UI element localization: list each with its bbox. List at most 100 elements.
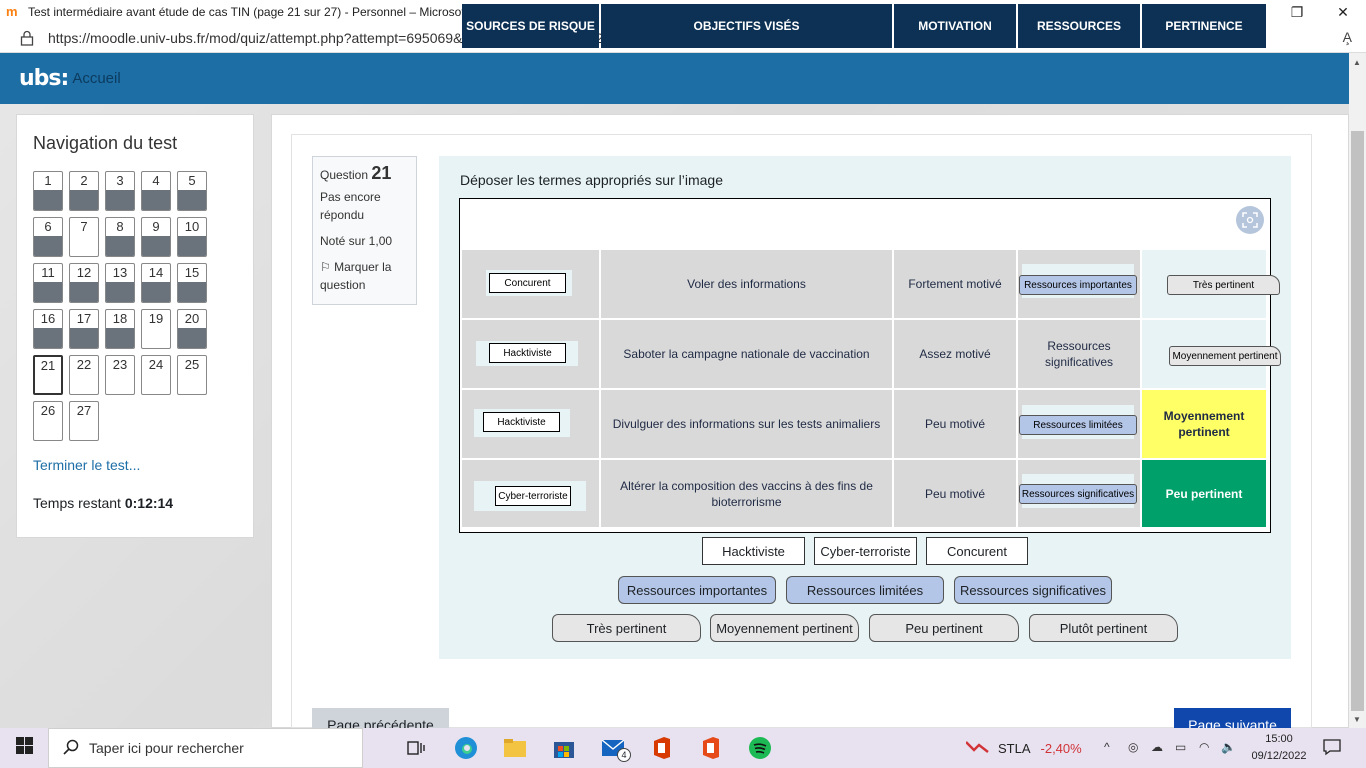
question-nav-button-27[interactable]: 27 [69,401,99,441]
stock-down-icon [965,740,990,757]
chevron-up-icon[interactable]: ^ [1104,740,1110,754]
onedrive-icon[interactable]: ☁ [1151,740,1163,754]
choice-concurent[interactable]: Concurent [926,537,1028,565]
question-nav-number: 3 [116,173,124,188]
question-nav-button-6[interactable]: 6 [33,217,63,257]
answered-indicator [70,190,98,210]
question-grade: Noté sur 1,00 [320,234,393,248]
windows-taskbar: Taper ici pour rechercher 4 STLA -2,40% … [0,728,1366,768]
lock-icon[interactable] [20,30,34,46]
choice-peu-pertinent[interactable]: Peu pertinent [869,614,1019,642]
question-nav-button-10[interactable]: 10 [177,217,207,257]
scroll-up-icon[interactable]: ▲ [1353,58,1361,67]
page-scrollbar[interactable]: ▲ ▼ [1349,53,1366,728]
scroll-down-icon[interactable]: ▼ [1353,715,1361,724]
question-nav-button-13[interactable]: 13 [105,263,135,303]
question-nav-button-11[interactable]: 11 [33,263,63,303]
question-nav-button-15[interactable]: 15 [177,263,207,303]
question-nav-button-21[interactable]: 21 [33,355,63,395]
read-aloud-icon[interactable]: A̧ [1343,29,1352,45]
dropped-row1-resources[interactable]: Ressources importantes [1019,275,1137,295]
dropped-row1-source[interactable]: Concurent [489,273,566,293]
question-nav-button-23[interactable]: 23 [105,355,135,395]
dropped-row2-pertinence[interactable]: Moyennement pertinent [1169,346,1281,366]
answered-indicator [142,236,170,256]
choice-hacktiviste[interactable]: Hacktiviste [702,537,805,565]
search-icon[interactable] [63,739,79,758]
notification-icon[interactable] [1323,738,1341,761]
choice-ressources-importantes[interactable]: Ressources importantes [618,576,776,604]
row4-pertinence: Peu pertinent [1142,460,1266,527]
taskbar-search[interactable]: Taper ici pour rechercher [48,728,363,768]
fullscreen-icon[interactable] [1236,206,1264,234]
choice-cyber-terroriste[interactable]: Cyber-terroriste [814,537,917,565]
store-icon[interactable] [552,736,576,760]
question-number-value: 21 [371,163,392,183]
question-prompt: Déposer les termes appropriés sur l’imag… [460,172,723,188]
question-label: Question [320,168,369,182]
dropped-row1-pertinence[interactable]: Très pertinent [1167,275,1280,295]
question-nav-button-1[interactable]: 1 [33,171,63,211]
file-explorer-icon[interactable] [503,736,527,760]
close-button[interactable]: ✕ [1320,0,1366,24]
taskbar-clock[interactable]: 15:00 09/12/2022 [1251,731,1307,765]
question-nav-button-12[interactable]: 12 [69,263,99,303]
question-nav-button-8[interactable]: 8 [105,217,135,257]
row4-objective: Altérer la composition des vaccins à des… [601,460,892,527]
question-nav-button-19[interactable]: 19 [141,309,171,349]
flag-icon[interactable]: ⚐ [320,260,331,274]
question-nav-button-3[interactable]: 3 [105,171,135,211]
office-app-icon[interactable] [699,736,723,760]
dropped-row3-resources[interactable]: Ressources limitées [1019,415,1137,435]
flag-question-link[interactable]: ⚐ Marquer la question [320,258,409,294]
question-nav-button-14[interactable]: 14 [141,263,171,303]
question-nav-button-24[interactable]: 24 [141,355,171,395]
question-nav-button-5[interactable]: 5 [177,171,207,211]
question-nav-button-16[interactable]: 16 [33,309,63,349]
question-nav-button-4[interactable]: 4 [141,171,171,211]
office-icon[interactable] [650,736,674,760]
answered-indicator [70,328,98,348]
dropped-row4-source[interactable]: Cyber-terroriste [495,486,571,506]
mail-badge: 4 [617,748,631,762]
choice-tres-pertinent[interactable]: Très pertinent [552,614,701,642]
dropped-row3-source[interactable]: Hacktiviste [483,412,560,432]
choice-ressources-significatives[interactable]: Ressources significatives [954,576,1112,604]
finish-attempt-link[interactable]: Terminer le test... [33,457,140,473]
question-nav-button-2[interactable]: 2 [69,171,99,211]
dropped-row2-source[interactable]: Hacktiviste [489,343,566,363]
start-button[interactable] [0,728,48,768]
scrollbar-thumb[interactable] [1351,131,1364,711]
battery-icon[interactable]: ▭ [1175,740,1186,754]
question-nav-button-7[interactable]: 7 [69,217,99,257]
home-link[interactable]: Accueil [72,70,120,87]
answered-indicator [106,236,134,256]
time-remaining: Temps restant 0:12:14 [33,495,173,511]
stock-widget[interactable]: STLA -2,40% [965,728,1082,768]
flag-question-label[interactable]: Marquer la question [320,260,391,292]
question-nav-button-17[interactable]: 17 [69,309,99,349]
question-nav-button-9[interactable]: 9 [141,217,171,257]
question-nav-button-18[interactable]: 18 [105,309,135,349]
wifi-icon[interactable]: ◠ [1199,740,1209,754]
question-nav-button-26[interactable]: 26 [33,401,63,441]
question-nav-button-20[interactable]: 20 [177,309,207,349]
choice-moyennement-pertinent[interactable]: Moyennement pertinent [710,614,859,642]
stock-change: -2,40% [1040,740,1082,756]
question-nav-button-22[interactable]: 22 [69,355,99,395]
search-placeholder[interactable]: Taper ici pour rechercher [89,740,244,756]
task-view-icon[interactable] [404,736,428,760]
answered-indicator [106,190,134,210]
volume-muted-icon[interactable]: 🔈 [1221,740,1236,754]
choice-plutot-pertinent[interactable]: Plutôt pertinent [1029,614,1178,642]
windows-icon[interactable] [15,737,33,759]
spotify-icon[interactable] [748,736,772,760]
question-nav-number: 21 [40,358,56,373]
question-nav-button-25[interactable]: 25 [177,355,207,395]
meet-now-icon[interactable]: ◎ [1128,740,1138,754]
ubs-logo[interactable]: ubs: [19,66,69,91]
edge-icon[interactable] [454,736,478,760]
choice-ressources-limitees[interactable]: Ressources limitées [786,576,944,604]
dropped-row4-resources[interactable]: Ressources significatives [1019,484,1137,504]
maximize-button[interactable]: ❐ [1274,0,1320,24]
